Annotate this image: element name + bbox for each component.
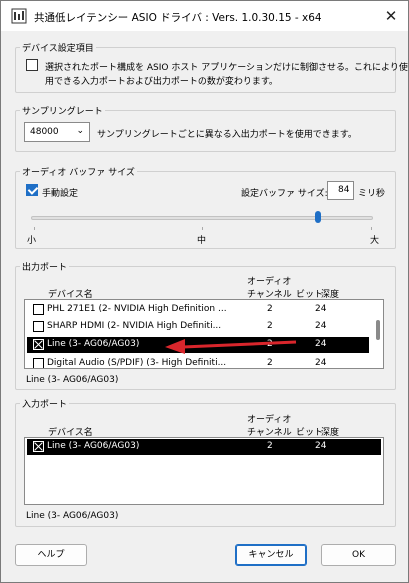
output-port-checkbox[interactable] [33,339,44,350]
buffer-size-slider-track[interactable] [31,216,373,220]
audio-buffer-label: オーディオ バッファ サイズ [20,165,137,178]
output-port-depth: 24 [315,304,327,314]
output-header-audio: オーディオ [247,277,292,287]
device-settings-text-line2: 用できる入力ポートおよび出力ポートの数が変わります。 [45,77,278,87]
ok-button[interactable]: OK [321,544,396,566]
scale-small-label: 小 [27,236,37,246]
slider-tick [371,227,372,230]
slider-tick [202,227,203,230]
scale-large-label: 大 [370,236,380,246]
input-header-audio: オーディオ [247,415,292,425]
sampling-rate-value: 48000 [30,127,59,137]
window-title: 共通低レイテンシー ASIO ドライバ : Vers. 1.0.30.15 - … [34,12,322,24]
output-port-depth: 24 [315,358,327,368]
output-port-depth: 24 [315,339,327,349]
input-port-name: Line (3- AG06/AG03) [47,441,140,451]
close-button[interactable]: ✕ [380,5,402,27]
scale-medium-label: 中 [197,236,207,246]
output-port-checkbox[interactable] [33,358,44,368]
output-port-channels: 2 [267,358,273,368]
buffer-size-slider-thumb[interactable] [315,211,322,223]
asio-driver-dialog: 共通低レイテンシー ASIO ドライバ : Vers. 1.0.30.15 - … [0,0,409,583]
buffer-size-unit: ミリ秒 [358,189,386,199]
table-row[interactable]: Digital Audio (S/PDIF) (3- High Definiti… [27,356,367,368]
slider-tick [34,227,35,230]
output-list-scrollbar[interactable] [376,320,380,340]
output-port-channels: 2 [267,321,273,331]
sampling-rate-select[interactable]: 48000 ⌄ [24,122,90,142]
table-row[interactable]: SHARP HDMI (2- NVIDIA High Definiti... 2… [27,319,367,335]
app-icon [11,8,27,24]
output-port-checkbox[interactable] [33,321,44,332]
table-row[interactable]: Line (3- AG06/AG03) 2 24 [27,439,381,455]
help-button[interactable]: ヘルプ [15,544,87,566]
output-port-checkbox[interactable] [33,304,44,315]
table-row[interactable]: PHL 271E1 (2- NVIDIA High Definition ...… [27,302,367,318]
input-selected-status: Line (3- AG06/AG03) [26,511,119,521]
device-settings-label: デバイス設定項目 [20,41,96,54]
output-selected-status: Line (3- AG06/AG03) [26,375,119,385]
annotation-arrow [165,339,297,354]
sampling-rate-label: サンプリングレート [20,104,105,117]
title-bar: 共通低レイテンシー ASIO ドライバ : Vers. 1.0.30.15 - … [1,1,408,31]
manual-setting-checkbox[interactable] [26,184,38,196]
chevron-down-icon: ⌄ [76,126,84,136]
output-port-name: Digital Audio (S/PDIF) (3- High Definiti… [47,358,227,368]
sampling-rate-description: サンプリングレートごとに異なる入出力ポートを使用できます。 [97,130,357,140]
asio-host-control-checkbox[interactable] [26,59,38,71]
output-port-name: SHARP HDMI (2- NVIDIA High Definiti... [47,321,222,331]
output-ports-list[interactable]: PHL 271E1 (2- NVIDIA High Definition ...… [24,299,384,369]
input-port-checkbox[interactable] [33,441,44,452]
buffer-size-label: 設定バッファ サイズ: [241,189,328,199]
buffer-size-value: 84 [338,185,350,195]
output-port-depth: 24 [315,321,327,331]
buffer-size-input[interactable]: 84 [327,181,354,200]
output-port-channels: 2 [267,304,273,314]
input-ports-label: 入力ポート [20,397,70,410]
device-settings-text-line1: 選択されたポート構成を ASIO ホスト アプリケーションだけに制御させる。これ… [45,63,408,73]
output-port-name: PHL 271E1 (2- NVIDIA High Definition ... [47,304,227,314]
cancel-button[interactable]: キャンセル [235,544,307,566]
input-ports-list[interactable]: Line (3- AG06/AG03) 2 24 [24,437,384,505]
output-ports-label: 出力ポート [20,260,70,273]
input-port-depth: 24 [315,441,327,451]
manual-setting-label: 手動設定 [42,189,79,199]
input-port-channels: 2 [267,441,273,451]
